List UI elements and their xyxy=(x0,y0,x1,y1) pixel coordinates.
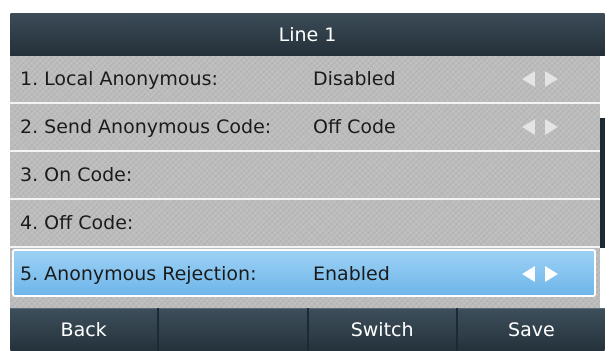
setting-label: 3. On Code: xyxy=(20,164,133,186)
value-switch[interactable] xyxy=(520,264,570,284)
left-triangle-icon[interactable] xyxy=(522,266,535,282)
title-bar: Line 1 xyxy=(10,13,605,56)
screen-title: Line 1 xyxy=(278,23,337,46)
softkey-bar: Back Switch Save xyxy=(10,308,605,351)
setting-label: 4. Off Code: xyxy=(20,212,134,234)
left-triangle-icon[interactable] xyxy=(522,71,535,87)
scrollbar[interactable] xyxy=(600,56,605,308)
save-button[interactable]: Save xyxy=(457,308,605,351)
value-switch[interactable] xyxy=(520,69,570,89)
setting-row-anonymous-rejection[interactable]: 5. Anonymous Rejection: Enabled xyxy=(12,249,596,297)
back-button[interactable]: Back xyxy=(10,308,158,351)
right-triangle-icon[interactable] xyxy=(545,266,558,282)
setting-label: 1. Local Anonymous: xyxy=(20,68,218,90)
setting-row-on-code[interactable]: 3. On Code: xyxy=(10,152,600,200)
setting-value: Disabled xyxy=(313,68,396,90)
setting-row-off-code[interactable]: 4. Off Code: xyxy=(10,200,600,248)
right-triangle-icon[interactable] xyxy=(545,71,558,87)
empty-softkey[interactable] xyxy=(159,308,307,351)
setting-row-local-anonymous[interactable]: 1. Local Anonymous: Disabled xyxy=(10,56,600,104)
right-triangle-icon[interactable] xyxy=(545,119,558,135)
phone-screen: Line 1 1. Local Anonymous: Disabled 2. S… xyxy=(10,13,605,351)
setting-label: 2. Send Anonymous Code: xyxy=(20,116,272,138)
setting-value: Enabled xyxy=(313,263,390,285)
settings-list: 1. Local Anonymous: Disabled 2. Send Ano… xyxy=(10,56,605,308)
value-switch[interactable] xyxy=(520,117,570,137)
setting-row-send-anonymous-code[interactable]: 2. Send Anonymous Code: Off Code xyxy=(10,104,600,152)
scrollbar-thumb[interactable] xyxy=(600,118,605,248)
setting-label: 5. Anonymous Rejection: xyxy=(20,263,257,285)
setting-value: Off Code xyxy=(313,116,396,138)
switch-button[interactable]: Switch xyxy=(308,308,456,351)
left-triangle-icon[interactable] xyxy=(522,119,535,135)
